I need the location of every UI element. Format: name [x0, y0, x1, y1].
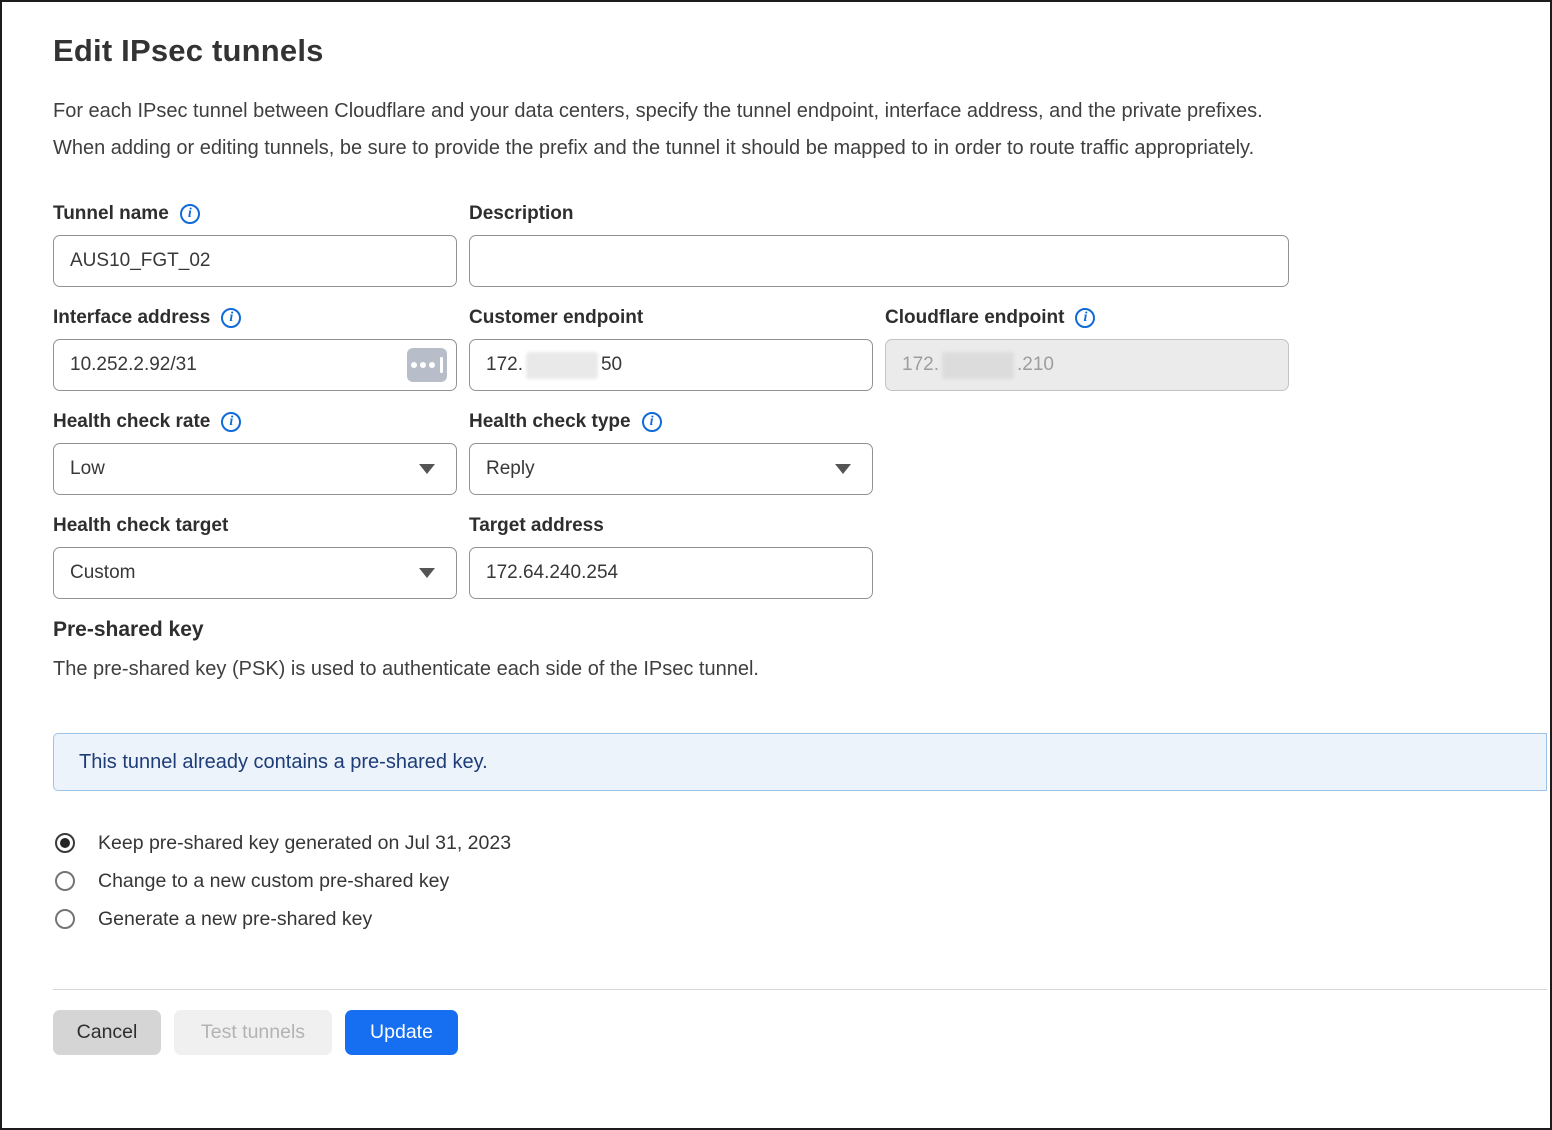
- health-check-rate-label: Health check rate i: [53, 410, 457, 434]
- psk-heading: Pre-shared key: [53, 618, 1550, 642]
- customer-endpoint-value-suffix: 50: [601, 354, 622, 376]
- dropdown-arrow-icon: [419, 464, 435, 474]
- target-address-input[interactable]: [469, 547, 873, 599]
- radio-unselected-icon[interactable]: [55, 909, 75, 929]
- cloudflare-endpoint-input: 172. .210: [885, 339, 1289, 391]
- cloudflare-endpoint-label: Cloudflare endpoint i: [885, 306, 1289, 330]
- info-icon[interactable]: i: [221, 308, 241, 328]
- tunnel-name-field: Tunnel name i: [53, 202, 457, 287]
- health-check-type-field: Health check type i Reply: [469, 410, 873, 495]
- health-check-type-label: Health check type i: [469, 410, 873, 434]
- health-check-target-label: Health check target: [53, 514, 457, 538]
- psk-info-banner: This tunnel already contains a pre-share…: [53, 733, 1547, 791]
- health-check-rate-label-text: Health check rate: [53, 411, 210, 433]
- health-check-rate-select[interactable]: Low: [53, 443, 457, 495]
- psk-option-keep[interactable]: Keep pre-shared key generated on Jul 31,…: [55, 824, 1550, 862]
- health-check-target-value: Custom: [70, 562, 135, 584]
- dropdown-arrow-icon: [835, 464, 851, 474]
- intro-line-1: For each IPsec tunnel between Cloudflare…: [53, 93, 1550, 130]
- customer-endpoint-field: Customer endpoint 172. 50: [469, 306, 873, 391]
- psk-option-custom[interactable]: Change to a new custom pre-shared key: [55, 862, 1550, 900]
- cloudflare-endpoint-value-suffix: .210: [1017, 354, 1054, 376]
- customer-endpoint-value-prefix: 172.: [486, 354, 523, 376]
- radio-selected-icon[interactable]: [55, 833, 75, 853]
- target-address-label: Target address: [469, 514, 873, 538]
- customer-endpoint-label: Customer endpoint: [469, 306, 873, 330]
- psk-option-generate-label: Generate a new pre-shared key: [98, 908, 372, 931]
- info-icon[interactable]: i: [642, 412, 662, 432]
- description-label-text: Description: [469, 203, 574, 225]
- intro-line-2: When adding or editing tunnels, be sure …: [53, 130, 1550, 167]
- intro-text: For each IPsec tunnel between Cloudflare…: [53, 93, 1550, 167]
- interface-address-input-wrap: [53, 339, 457, 391]
- target-address-label-text: Target address: [469, 515, 604, 537]
- health-check-type-label-text: Health check type: [469, 411, 631, 433]
- cancel-button[interactable]: Cancel: [53, 1010, 161, 1055]
- health-check-target-field: Health check target Custom: [53, 514, 457, 599]
- footer-divider: [53, 989, 1547, 990]
- form-row-4: Health check target Custom Target addres…: [53, 514, 1550, 599]
- psk-description: The pre-shared key (PSK) is used to auth…: [53, 658, 1550, 681]
- psk-option-keep-label: Keep pre-shared key generated on Jul 31,…: [98, 832, 511, 855]
- health-check-target-select[interactable]: Custom: [53, 547, 457, 599]
- health-check-rate-value: Low: [70, 458, 105, 480]
- radio-unselected-icon[interactable]: [55, 871, 75, 891]
- interface-address-input[interactable]: [53, 339, 457, 391]
- psk-banner-text: This tunnel already contains a pre-share…: [79, 751, 488, 774]
- psk-option-group: Keep pre-shared key generated on Jul 31,…: [53, 824, 1550, 938]
- tunnel-name-label-text: Tunnel name: [53, 203, 169, 225]
- form-row-2: Interface address i Customer endpoint 17…: [53, 306, 1550, 391]
- tunnel-name-input[interactable]: [53, 235, 457, 287]
- dropdown-arrow-icon: [419, 568, 435, 578]
- info-icon[interactable]: i: [221, 412, 241, 432]
- health-check-target-label-text: Health check target: [53, 515, 228, 537]
- health-check-rate-field: Health check rate i Low: [53, 410, 457, 495]
- update-button[interactable]: Update: [345, 1010, 458, 1055]
- health-check-type-select[interactable]: Reply: [469, 443, 873, 495]
- description-input[interactable]: [469, 235, 1289, 287]
- form-row-3: Health check rate i Low Health check typ…: [53, 410, 1550, 495]
- page-title: Edit IPsec tunnels: [53, 33, 1550, 69]
- customer-endpoint-label-text: Customer endpoint: [469, 307, 643, 329]
- description-label: Description: [469, 202, 1289, 226]
- interface-address-field: Interface address i: [53, 306, 457, 391]
- form-row-1: Tunnel name i Description: [53, 202, 1550, 287]
- tunnel-form: Tunnel name i Description Interface addr…: [53, 202, 1550, 599]
- target-address-field: Target address: [469, 514, 873, 599]
- interface-address-label: Interface address i: [53, 306, 457, 330]
- description-field: Description: [469, 202, 1289, 287]
- test-tunnels-button: Test tunnels: [174, 1010, 332, 1055]
- cloudflare-endpoint-value-prefix: 172.: [902, 354, 939, 376]
- interface-address-label-text: Interface address: [53, 307, 210, 329]
- cloudflare-endpoint-field: Cloudflare endpoint i 172. .210: [885, 306, 1289, 391]
- customer-endpoint-input[interactable]: 172. 50: [469, 339, 873, 391]
- footer-actions: Cancel Test tunnels Update: [53, 1010, 1550, 1055]
- info-icon[interactable]: i: [1075, 308, 1095, 328]
- psk-option-generate[interactable]: Generate a new pre-shared key: [55, 900, 1550, 938]
- redacted-value: [526, 352, 598, 379]
- edit-ipsec-tunnels-panel: Edit IPsec tunnels For each IPsec tunnel…: [2, 2, 1550, 1055]
- redacted-value: [942, 352, 1014, 379]
- tunnel-name-label: Tunnel name i: [53, 202, 457, 226]
- cloudflare-endpoint-label-text: Cloudflare endpoint: [885, 307, 1064, 329]
- info-icon[interactable]: i: [180, 204, 200, 224]
- text-cursor-icon[interactable]: [407, 348, 447, 382]
- health-check-type-value: Reply: [486, 458, 535, 480]
- psk-option-custom-label: Change to a new custom pre-shared key: [98, 870, 449, 893]
